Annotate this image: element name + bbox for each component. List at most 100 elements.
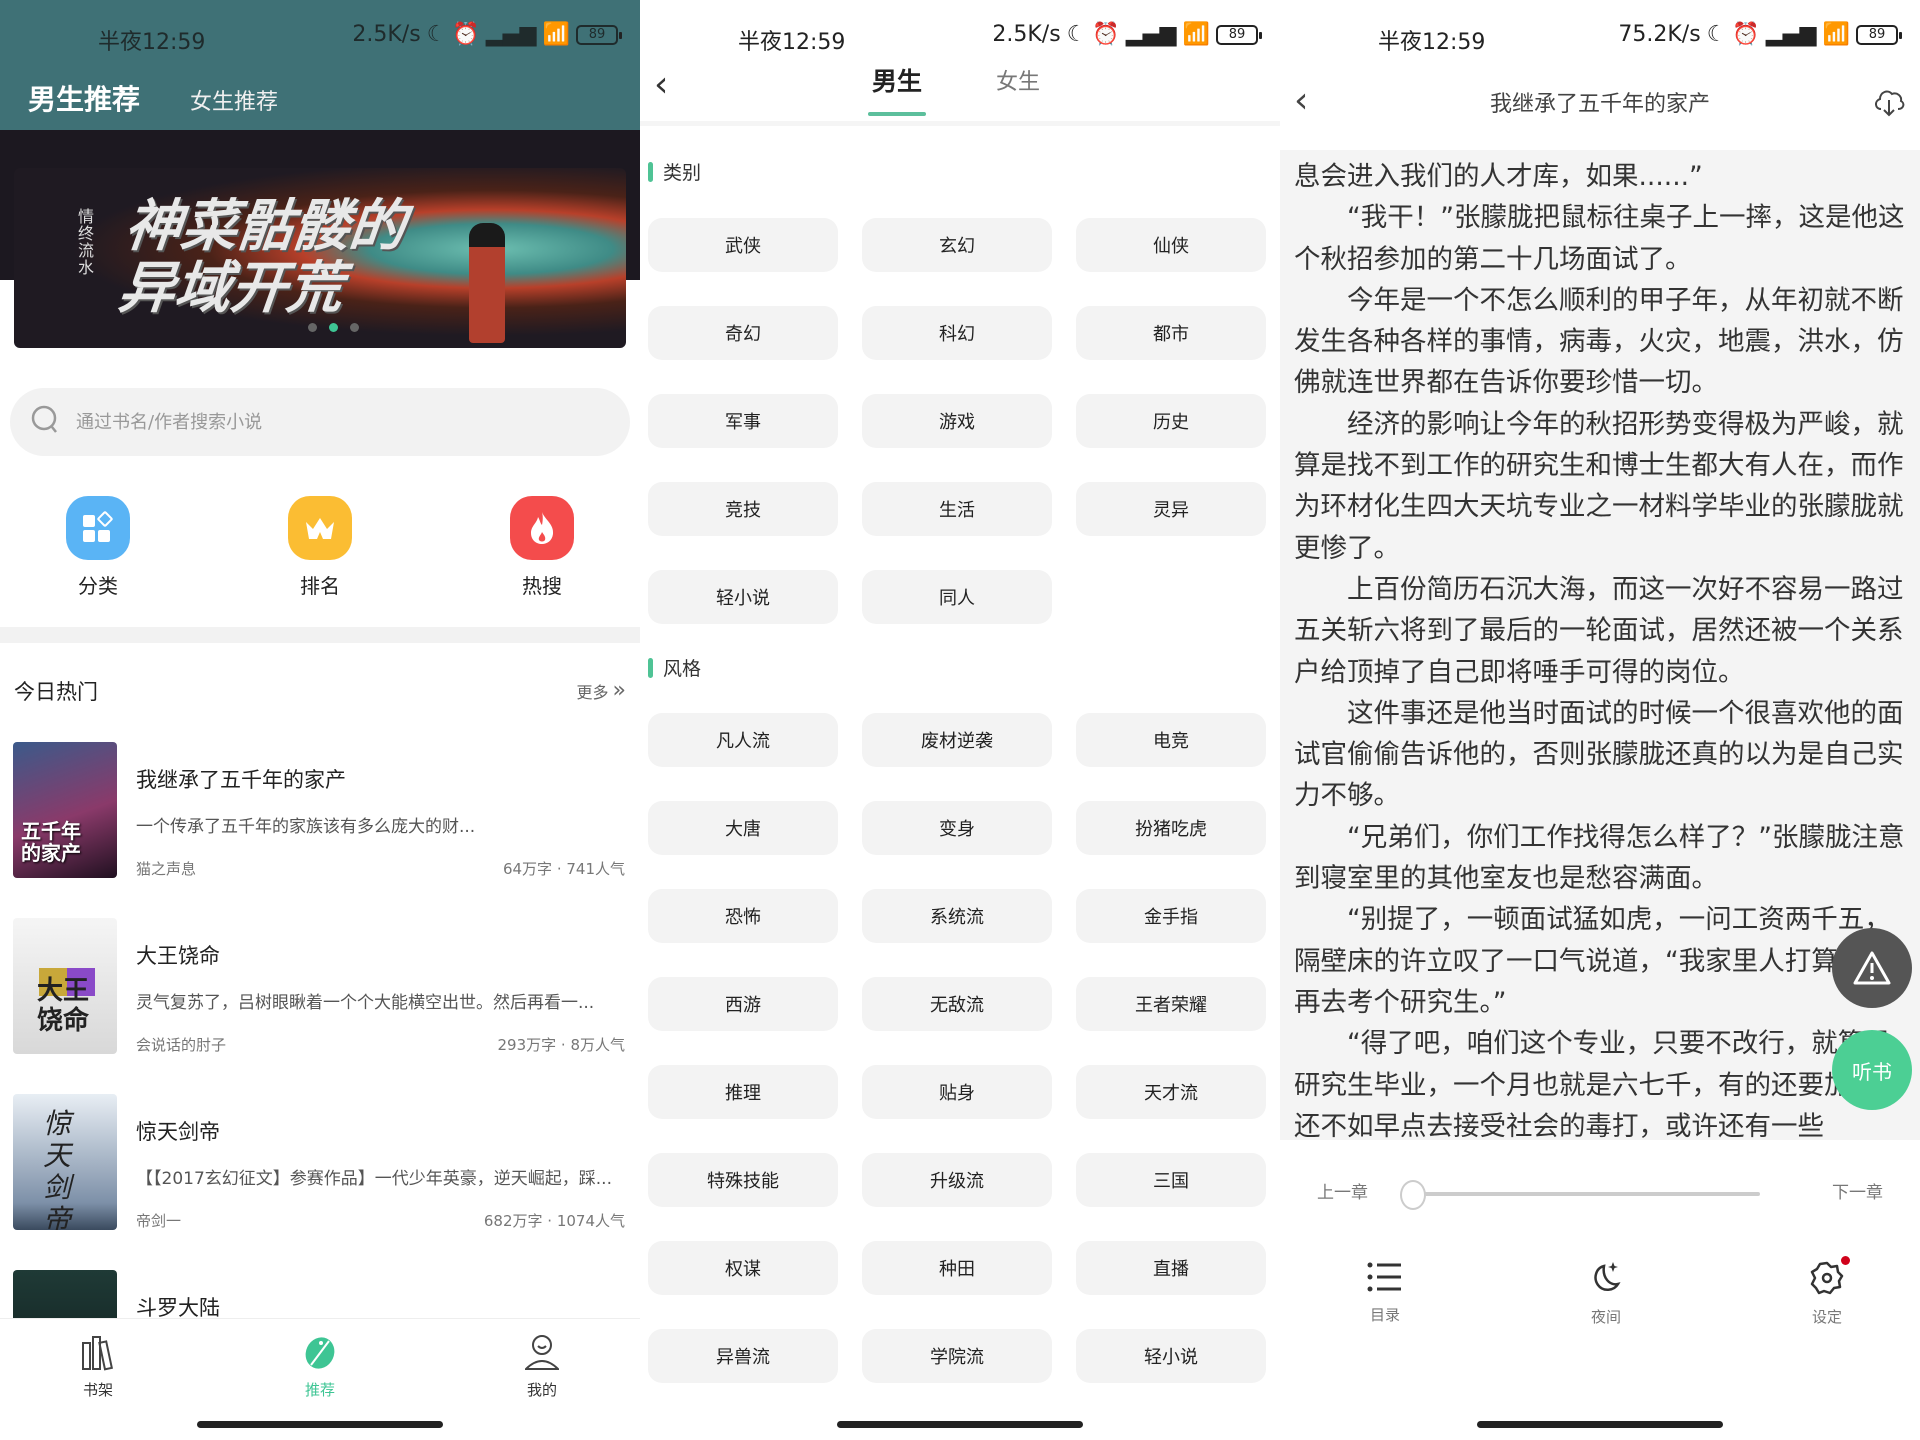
- category-tag[interactable]: 轻小说: [1076, 1329, 1266, 1383]
- category-tag[interactable]: 灵异: [1076, 482, 1266, 536]
- category-tag[interactable]: 学院流: [862, 1329, 1052, 1383]
- back-chevron-icon[interactable]: ‹: [654, 64, 668, 105]
- listen-button[interactable]: 听书: [1832, 1030, 1912, 1110]
- category-tag[interactable]: 推理: [648, 1065, 838, 1119]
- category-tag[interactable]: 电竞: [1076, 713, 1266, 767]
- banner-carousel[interactable]: 情终流水 神菜骷髅的 异域开荒: [14, 168, 626, 348]
- category-tag[interactable]: 大唐: [648, 801, 838, 855]
- category-tag[interactable]: 轻小说: [648, 570, 838, 624]
- crown-icon: [288, 496, 352, 560]
- slider-thumb[interactable]: [1400, 1180, 1426, 1210]
- category-tag[interactable]: 金手指: [1076, 889, 1266, 943]
- moon-icon: ☾: [426, 22, 447, 47]
- home-indicator[interactable]: [1477, 1421, 1723, 1428]
- category-tag[interactable]: 奇幻: [648, 306, 838, 360]
- category-tag[interactable]: 三国: [1076, 1153, 1266, 1207]
- book-author: 帝剑一: [136, 1212, 182, 1230]
- category-tag[interactable]: 同人: [862, 570, 1052, 624]
- warning-icon: [1853, 951, 1891, 985]
- book-description: 灵气复苏了，吕树眼瞅着一个个大能横空出世。然后再看一...: [136, 993, 595, 1013]
- category-nav: ‹ 男生 女生: [640, 56, 1280, 126]
- book-list-item[interactable]: 大王 饶命 大王饶命 灵气复苏了，吕树眼瞅着一个个大能横空出世。然后再看一... …: [0, 918, 640, 1068]
- tab-female[interactable]: 女生: [996, 64, 1040, 96]
- book-description: 一个传承了五千年的家族该有多么庞大的财...: [136, 817, 476, 837]
- tool-label: 设定: [1811, 1308, 1842, 1326]
- chapter-text[interactable]: 息会进入我们的人才库，如果......” “我干！”张朦胧把鼠标往桌子上一摔，这是…: [1294, 156, 1910, 1142]
- category-tag[interactable]: 系统流: [862, 889, 1052, 943]
- home-indicator[interactable]: [837, 1421, 1083, 1428]
- category-tag[interactable]: 恐怖: [648, 889, 838, 943]
- category-tag[interactable]: 都市: [1076, 306, 1266, 360]
- list-icon: [1367, 1262, 1401, 1292]
- profile-icon: [523, 1335, 561, 1370]
- category-tag[interactable]: 权谋: [648, 1241, 838, 1295]
- category-tag[interactable]: 直播: [1076, 1241, 1266, 1295]
- home-indicator[interactable]: [197, 1421, 443, 1428]
- report-button[interactable]: [1832, 928, 1912, 1008]
- book-list-item[interactable]: 五千年 的家产 我继承了五千年的家产 一个传承了五千年的家族该有多么庞大的财...…: [0, 742, 640, 892]
- grid-icon: [66, 496, 130, 560]
- accent-bar: [648, 657, 653, 678]
- tab-male[interactable]: 男生: [867, 62, 927, 116]
- prev-chapter-button[interactable]: 上一章: [1317, 1178, 1368, 1203]
- carousel-dot[interactable]: [350, 323, 359, 332]
- category-tag[interactable]: 西游: [648, 977, 838, 1031]
- category-tag[interactable]: 生活: [862, 482, 1052, 536]
- quick-link-category[interactable]: 分类: [28, 496, 168, 599]
- wifi-icon: 📶: [542, 22, 570, 47]
- category-tag[interactable]: 废材逆袭: [862, 713, 1052, 767]
- tab-recommend[interactable]: 推荐: [270, 1333, 370, 1400]
- quick-link-ranking[interactable]: 排名: [250, 496, 390, 599]
- category-tag[interactable]: 无敌流: [862, 977, 1052, 1031]
- carousel-dot[interactable]: [308, 323, 317, 332]
- book-list-item[interactable]: 惊天剑帝 惊天剑帝 【【2017玄幻征文】参赛作品】一代少年英豪，逆天崛起，踩.…: [0, 1094, 640, 1244]
- category-tag[interactable]: 玄幻: [862, 218, 1052, 272]
- category-tag[interactable]: 扮猪吃虎: [1076, 801, 1266, 855]
- next-chapter-button[interactable]: 下一章: [1832, 1178, 1883, 1203]
- category-tag[interactable]: 凡人流: [648, 713, 838, 767]
- category-tag[interactable]: 升级流: [862, 1153, 1052, 1207]
- network-speed: 75.2K/s: [1618, 22, 1701, 47]
- banner-title-line2: 异域开荒: [115, 256, 347, 321]
- toc-button[interactable]: 目录: [1345, 1260, 1425, 1325]
- category-tag[interactable]: 军事: [648, 394, 838, 448]
- category-tag[interactable]: 天才流: [1076, 1065, 1266, 1119]
- paragraph: “兄弟们，你们工作找得怎么样了？”张朦胧注意到寝室里的其他室友也是愁容满面。: [1294, 821, 1905, 895]
- category-tag[interactable]: 竞技: [648, 482, 838, 536]
- category-tag[interactable]: 种田: [862, 1241, 1052, 1295]
- quick-link-hot-search[interactable]: 热搜: [472, 496, 612, 599]
- category-tag[interactable]: 科幻: [862, 306, 1052, 360]
- category-tag[interactable]: 历史: [1076, 394, 1266, 448]
- book-cover: 大王 饶命: [13, 918, 117, 1054]
- paragraph: “得了吧，咱们这个专业，只要不改行，就算是研究生毕业，一个月也就是六七千，有的还…: [1294, 1028, 1904, 1142]
- tab-bookshelf[interactable]: 书架: [48, 1333, 148, 1400]
- chapter-progress-slider[interactable]: [1400, 1180, 1760, 1210]
- tool-label: 夜间: [1590, 1308, 1621, 1326]
- group-title: 类别: [663, 162, 702, 184]
- tab-mine[interactable]: 我的: [492, 1333, 592, 1400]
- reader-screen: 半夜12:59 75.2K/s ☾ ⏰ ▂▄▆ 📶 89 ‹ 我继承了五千年的家…: [1280, 0, 1920, 1440]
- category-tag[interactable]: 王者荣耀: [1076, 977, 1266, 1031]
- book-author: 猫之声息: [136, 860, 197, 878]
- category-tag[interactable]: 仙侠: [1076, 218, 1266, 272]
- night-mode-button[interactable]: 夜间: [1566, 1260, 1646, 1327]
- tab-label: 推荐: [304, 1381, 335, 1399]
- carousel-dot-active[interactable]: [329, 323, 338, 332]
- tab-female-recommend[interactable]: 女生推荐: [190, 84, 278, 118]
- category-tag[interactable]: 武侠: [648, 218, 838, 272]
- search-bar[interactable]: [10, 388, 630, 456]
- category-tag[interactable]: 变身: [862, 801, 1052, 855]
- category-tag[interactable]: 异兽流: [648, 1329, 838, 1383]
- book-author: 会说话的肘子: [136, 1036, 227, 1054]
- more-link[interactable]: 更多 »: [577, 678, 626, 703]
- category-tag[interactable]: 贴身: [862, 1065, 1052, 1119]
- settings-button[interactable]: 设定: [1787, 1256, 1867, 1327]
- tab-male-recommend[interactable]: 男生推荐: [28, 78, 140, 138]
- category-tag[interactable]: 特殊技能: [648, 1153, 838, 1207]
- cloud-download-icon[interactable]: [1872, 84, 1906, 122]
- signal-icon: ▂▄▆: [1125, 22, 1177, 47]
- banner-figure-image: [469, 223, 505, 343]
- search-input[interactable]: [76, 411, 576, 433]
- category-screen: 半夜12:59 2.5K/s ☾ ⏰ ▂▄▆ 📶 89 ‹ 男生 女生 类别 武…: [640, 0, 1280, 1440]
- category-tag[interactable]: 游戏: [862, 394, 1052, 448]
